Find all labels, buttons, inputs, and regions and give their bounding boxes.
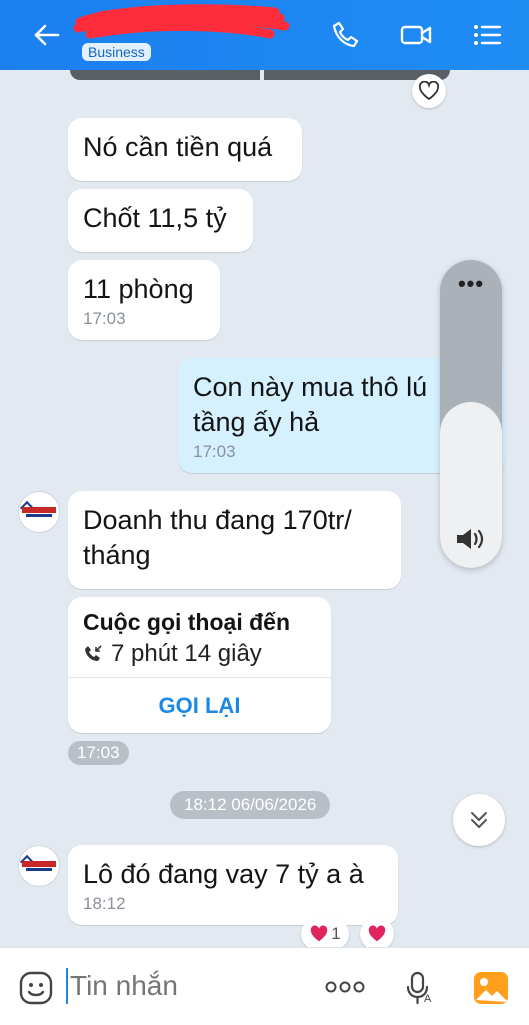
call-button[interactable]: [329, 18, 363, 52]
menu-icon: [474, 25, 502, 45]
message-composer: A: [0, 947, 529, 1025]
volume-slider[interactable]: •••: [440, 260, 502, 568]
chat-header: Business: [0, 0, 529, 70]
text-caret: [66, 968, 68, 1004]
call-log-card: Cuộc gọi thoại đến 7 phút 14 giây GỌI LẠ…: [68, 597, 331, 733]
business-badge: Business: [82, 43, 151, 61]
call-duration-text: 7 phút 14 giây: [111, 640, 262, 667]
photo-message-preview[interactable]: [70, 70, 450, 80]
arrow-left-icon: [34, 24, 60, 46]
incoming-message[interactable]: Doanh thu đang 170tr/ tháng: [68, 491, 401, 589]
scroll-to-bottom-button[interactable]: [453, 794, 505, 846]
svg-text:A: A: [424, 993, 432, 1005]
message-time-pill: 17:03: [68, 741, 129, 765]
avatar[interactable]: [18, 845, 60, 887]
message-text: 11 phòng: [83, 274, 194, 304]
incoming-call-icon: [85, 645, 102, 661]
react-heart-button[interactable]: [360, 918, 394, 950]
video-call-button[interactable]: [399, 18, 433, 52]
call-duration: 7 phút 14 giây: [83, 640, 262, 668]
message-time: 17:03: [83, 309, 126, 328]
message-text: Lô đó đang vay 7 tỷ a à: [83, 859, 364, 889]
reaction-count-text: 1: [331, 924, 341, 943]
phone-icon: [332, 21, 359, 48]
logo-bar: [22, 861, 56, 867]
redacted-name-scribble: [73, 4, 290, 39]
call-back-button[interactable]: GỌI LẠI: [68, 678, 331, 733]
incoming-message[interactable]: Chốt 11,5 tỷ: [68, 189, 253, 252]
voice-icon[interactable]: A: [404, 970, 434, 1006]
volume-menu-dots[interactable]: •••: [440, 273, 502, 295]
incoming-message[interactable]: 11 phòng 17:03: [68, 260, 220, 340]
logo-subbar: [26, 514, 52, 517]
chevron-double-down-icon: [471, 812, 487, 828]
logo-bar: [22, 507, 56, 513]
heart-filled-icon: [311, 925, 328, 942]
heart-filled-icon: [368, 925, 386, 942]
avatar[interactable]: [18, 491, 60, 533]
speaker-icon[interactable]: [454, 524, 488, 554]
incoming-message[interactable]: Nó cần tiền quá: [68, 118, 302, 181]
react-button[interactable]: [412, 74, 446, 108]
logo-subbar: [26, 868, 52, 871]
message-input[interactable]: [66, 968, 310, 1004]
menu-button[interactable]: [470, 18, 504, 52]
call-title: Cuộc gọi thoại đến: [83, 609, 290, 635]
more-icon[interactable]: [324, 976, 366, 998]
reaction-count[interactable]: 1: [301, 918, 349, 950]
video-icon: [400, 25, 432, 45]
emoji-icon[interactable]: [18, 970, 54, 1006]
message-text: Chốt 11,5 tỷ: [83, 203, 227, 233]
incoming-message[interactable]: Lô đó đang vay 7 tỷ a à 18:12: [68, 845, 398, 925]
message-text: Nó cần tiền quá: [83, 132, 273, 162]
date-separator: 18:12 06/06/2026: [170, 791, 331, 819]
message-time: 18:12: [83, 894, 126, 913]
heart-outline-icon: [418, 81, 440, 101]
message-text-line1: Doanh thu đang 170tr/: [83, 505, 352, 535]
image-icon[interactable]: [472, 970, 510, 1006]
message-text-line2: tháng: [83, 540, 151, 570]
back-button[interactable]: [29, 18, 63, 52]
